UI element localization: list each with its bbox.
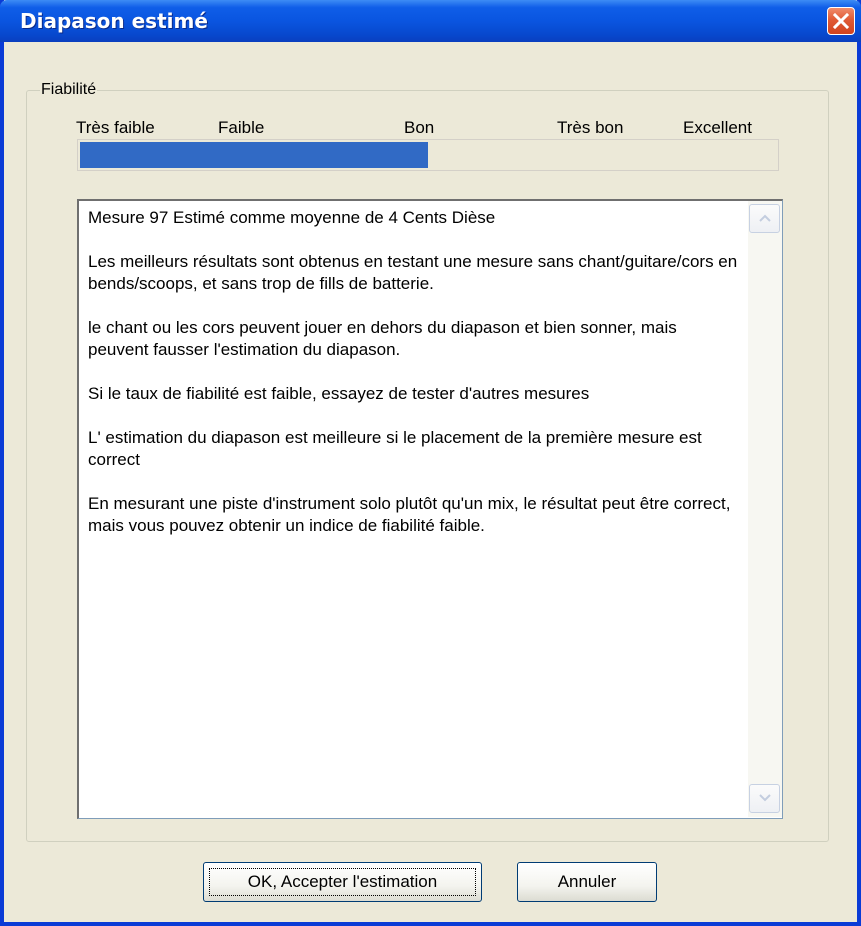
message-text: Mesure 97 Estimé comme moyenne de 4 Cent… [88, 207, 738, 559]
scale-label-bon: Bon [404, 118, 435, 137]
scale-label-faible: Faible [218, 118, 265, 137]
scale-label-excellent: Excellent [683, 118, 752, 137]
ok-accept-button[interactable]: OK, Accepter l'estimation [203, 862, 482, 902]
scroll-up-button[interactable] [749, 204, 780, 233]
message-paragraph: En mesurant une piste d'instrument solo … [88, 494, 731, 535]
cancel-label: Annuler [557, 872, 617, 891]
scale-label-tres-faible: Très faible [76, 118, 155, 137]
scroll-up-icon [759, 214, 771, 222]
title-bar[interactable]: Diapason estimé [0, 0, 861, 42]
close-icon [833, 13, 849, 29]
scale-label-tres-bon: Très bon [557, 118, 624, 137]
message-paragraph: le chant ou les cors peuvent jouer en de… [88, 318, 677, 359]
close-button[interactable] [827, 7, 855, 35]
message-paragraph: Mesure 97 Estimé comme moyenne de 4 Cent… [88, 208, 496, 227]
cancel-button[interactable]: Annuler [517, 862, 657, 902]
message-paragraph: Si le taux de fiabilité est faible, essa… [88, 384, 590, 403]
window-title: Diapason estimé [20, 9, 208, 33]
reliability-meter-fill [80, 142, 428, 168]
message-paragraph: Les meilleurs résultats sont obtenus en … [88, 252, 738, 293]
message-paragraph: L' estimation du diapason est meilleure … [88, 428, 702, 469]
scroll-down-icon [759, 794, 771, 802]
reliability-meter [77, 139, 779, 171]
scroll-down-button[interactable] [749, 784, 780, 813]
reliability-group-label: Fiabilité [40, 80, 98, 100]
message-textarea[interactable]: Mesure 97 Estimé comme moyenne de 4 Cent… [77, 199, 783, 819]
vertical-scrollbar[interactable] [748, 201, 782, 817]
ok-accept-label: OK, Accepter l'estimation [247, 872, 438, 891]
